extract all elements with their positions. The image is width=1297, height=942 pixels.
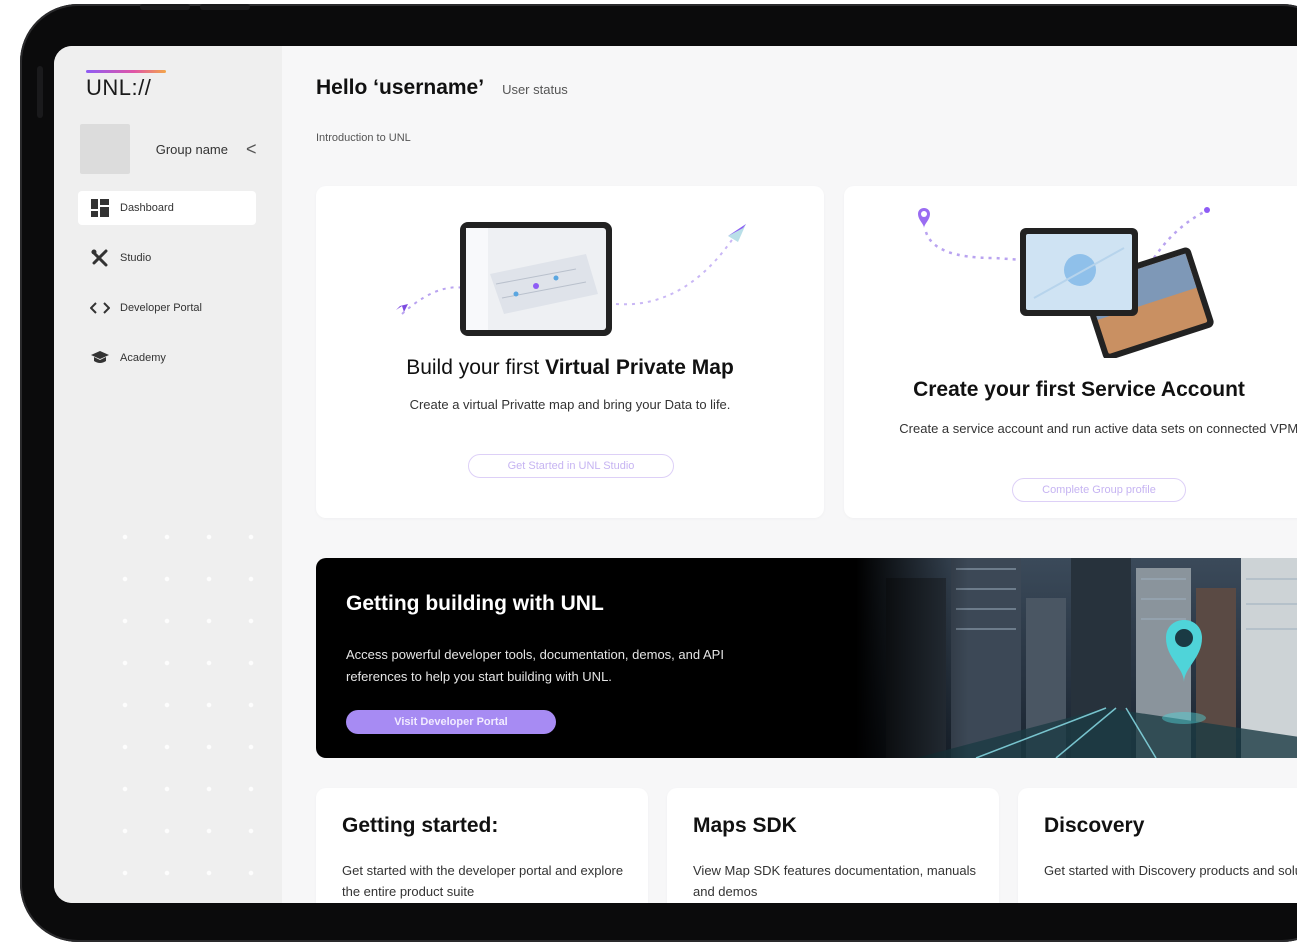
getting-started-title: Getting started: [342,814,499,837]
group-selector[interactable]: Group name < [80,124,260,174]
banner-title: Getting building with UNL [346,592,604,615]
page-title: Hello ‘username’ [316,76,485,99]
sidebar-item-developer-portal[interactable]: Developer Portal [78,291,256,325]
device-button [140,4,190,10]
sidebar-item-label: Studio [120,252,152,264]
sidebar-nav: Dashboard Studio Developer Portal Academ… [78,191,256,391]
tablet-map-illustration [396,222,746,336]
sidebar-item-label: Academy [120,352,166,364]
banner-description: Access powerful developer tools, documen… [346,647,724,684]
vpm-title-prefix: Build your first [406,356,546,379]
device-button [37,66,43,118]
sidebar-item-studio[interactable]: Studio [78,241,256,275]
maps-sdk-description: View Map SDK features documentation, man… [693,863,977,899]
complete-group-profile-button[interactable]: Complete Group profile [1012,478,1186,502]
unl-logo[interactable]: UNL:// [86,70,166,101]
sidebar: UNL:// Group name < Dashboard Studio Dev… [54,46,282,903]
discovery-title: Discovery [1044,814,1145,837]
studio-tools-icon [90,248,110,268]
vpm-card-description: Create a virtual Privatte map and bring … [409,397,731,412]
collapse-chevron-icon[interactable]: < [246,139,257,160]
maps-sdk-title: Maps SDK [693,814,797,837]
vpm-card-title: Build your first Virtual Private Map [316,356,824,380]
city-map-image [856,558,1297,758]
maps-sdk-card[interactable]: Maps SDK View Map SDK features documenta… [667,788,999,903]
logo-gradient-bar [86,70,166,73]
get-started-studio-button[interactable]: Get Started in UNL Studio [468,454,674,478]
group-avatar [80,124,130,174]
main-content: Hello ‘username’ User status Introductio… [316,46,1297,903]
service-account-description: Create a service account and run active … [899,421,1297,436]
code-brackets-icon [90,298,110,318]
tablets-illustration [918,207,1214,358]
dashboard-icon [90,198,110,218]
sidebar-item-label: Dashboard [120,202,174,214]
app-screen: UNL:// Group name < Dashboard Studio Dev… [54,46,1297,903]
user-status: User status [502,82,568,97]
sidebar-item-label: Developer Portal [120,302,202,314]
service-account-card: Create your first Service Account Create… [844,186,1297,518]
greeting: Hello ‘username’ User status [316,76,568,100]
group-name: Group name [155,141,228,157]
intro-link[interactable]: Introduction to UNL [316,132,411,144]
vpm-card: Build your first Virtual Private Map Cre… [316,186,824,518]
decorative-dot-grid [104,516,274,896]
service-account-title: Create your first Service Account [913,378,1245,401]
getting-started-card[interactable]: Getting started: Get started with the de… [316,788,648,903]
graduation-cap-icon [90,348,110,368]
developer-banner: Getting building with UNL Access powerfu… [316,558,1297,758]
getting-started-description: Get started with the developer portal an… [342,863,624,899]
device-button [200,4,250,10]
vpm-title-bold: Virtual Private Map [545,356,734,379]
visit-developer-portal-button[interactable]: Visit Developer Portal [346,710,556,734]
logo-text: UNL:// [86,75,152,100]
discovery-card[interactable]: Discovery Get started with Discovery pro… [1018,788,1297,903]
sidebar-item-academy[interactable]: Academy [78,341,256,375]
sidebar-item-dashboard[interactable]: Dashboard [78,191,256,225]
discovery-description: Get started with Discovery products and … [1044,863,1297,878]
